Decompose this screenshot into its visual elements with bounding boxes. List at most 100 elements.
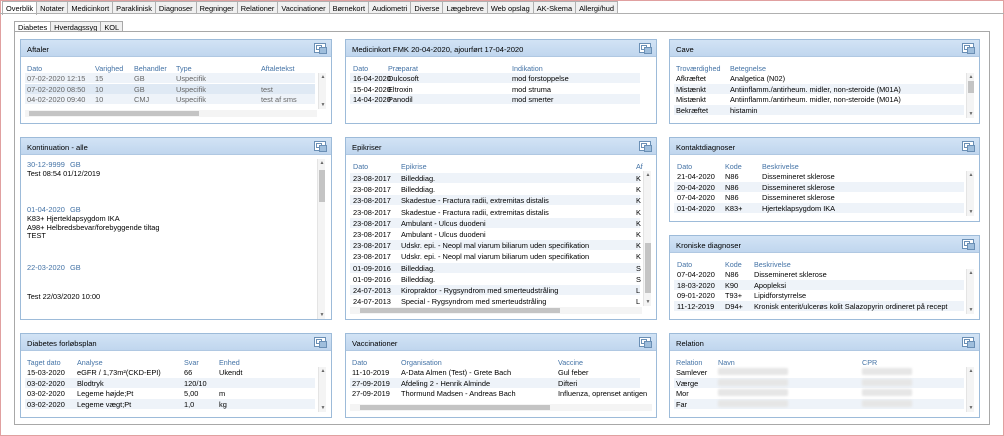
- vertical-scrollbar[interactable]: ▲ ▼: [643, 171, 651, 306]
- table-row[interactable]: Afkræftet Analgetica (N02): [674, 73, 964, 83]
- table-row[interactable]: 03-02-2020 Blodtryk 120/10: [25, 377, 315, 388]
- column-header: Indikation: [512, 64, 543, 73]
- table-row[interactable]: 27-09-2019 Afdeling 2 - Henrik Alminde Dif…: [350, 377, 640, 388]
- table-cell: [718, 399, 788, 407]
- table-cell: Samlever: [676, 368, 708, 377]
- vertical-scrollbar[interactable]: ▲ ▼: [966, 367, 974, 412]
- table-row[interactable]: 23-08-2017 Udskr. epi. - Neopl mal viarum…: [350, 251, 641, 261]
- table-cell: 10: [95, 95, 104, 104]
- table-row[interactable]: 01-09-2016 Billeddiag. S: [350, 274, 641, 284]
- table-cell: Billeddiag.: [401, 263, 436, 273]
- table-row[interactable]: 14-04-2020 Panodil mod smerter: [350, 94, 640, 104]
- maximize-icon[interactable]: [314, 337, 327, 348]
- vertical-scrollbar[interactable]: ▲ ▼: [317, 159, 325, 319]
- table-row[interactable]: Værge: [674, 377, 964, 388]
- table-row[interactable]: Mistænkt Antiinflamm./antirheum. midler, …: [674, 83, 964, 94]
- table-cell: 07-02-2020 12:15: [27, 74, 86, 83]
- table-row[interactable]: 24-07-2013 Special - Rygsyndrom med smert…: [350, 296, 640, 306]
- table-cell: 66: [184, 368, 193, 377]
- table-row[interactable]: 07-04-2020 N86 Dissemineret sklerose: [674, 192, 964, 202]
- table-row[interactable]: 21-04-2020 N86 Dissemineret sklerose: [674, 171, 964, 181]
- panel-header: Kontaktdiagnoser: [670, 138, 979, 155]
- table-row[interactable]: 11-10-2019 A-Data Almen (Test) - Grete Ba…: [350, 367, 640, 377]
- column-header: Dato: [677, 260, 693, 269]
- column-header: Dato: [27, 64, 43, 73]
- vertical-scrollbar[interactable]: ▲ ▼: [318, 73, 326, 109]
- column-header: Dato: [352, 358, 368, 367]
- maximize-icon[interactable]: [962, 239, 975, 250]
- table-row[interactable]: 15-04-2020 Eltroxin mod struma: [350, 84, 640, 94]
- table-row[interactable]: 23-08-2017 Ambulant - Ulcus duodeni K: [350, 229, 641, 239]
- table-cell: histamin: [730, 105, 758, 115]
- table-row[interactable]: 23-08-2017 Billeddiag. K: [350, 184, 641, 194]
- diabetes-title: Diabetes forløbsplan: [27, 339, 97, 348]
- table-cell: Uspecifik: [176, 74, 206, 83]
- maximize-icon[interactable]: [639, 141, 652, 152]
- table-cell: Blodtryk: [77, 378, 104, 388]
- table-row[interactable]: 23-08-2017 Skadestue - Fractura radii, ex…: [350, 207, 641, 217]
- table-row[interactable]: 03-02-2020 Legeme højde;Pt 5,00 m: [25, 388, 315, 398]
- table-cell: 01-09-2016: [353, 274, 391, 284]
- table-cell: Skadestue - Fractura radii, extremitas d…: [401, 207, 549, 217]
- table-row[interactable]: 18-03-2020 K90 Apopleksi: [674, 279, 964, 290]
- panel-header: Cave: [670, 40, 979, 57]
- panel-header: Epikriser: [346, 138, 656, 155]
- table-cell: Afdeling 2 - Henrik Alminde: [401, 378, 491, 388]
- vertical-scrollbar[interactable]: ▲ ▼: [318, 367, 326, 412]
- table-cell: Afkræftet: [676, 74, 706, 83]
- table-row[interactable]: 01-09-2016 Billeddiag. S: [350, 262, 641, 273]
- kontaktdiagnoser-title: Kontaktdiagnoser: [676, 143, 736, 152]
- table-row[interactable]: 04-02-2020 09:40 10 CMJ Uspecifik test af sm…: [25, 94, 315, 104]
- table-cell: 23-08-2017: [353, 196, 391, 206]
- maximize-icon[interactable]: [962, 43, 975, 54]
- table-cell: Udskr. epi. - Neopl mal viarum biliarum …: [401, 241, 590, 251]
- table-row[interactable]: 23-08-2017 Ambulant - Ulcus duodeni K: [350, 217, 641, 228]
- vertical-scrollbar[interactable]: ▲ ▼: [966, 73, 974, 118]
- table-row[interactable]: Far: [674, 398, 964, 409]
- table-row[interactable]: 07-02-2020 08:50 10 GB Uspecifik test: [25, 83, 315, 94]
- table-cell: D94+: [725, 301, 743, 311]
- table-row[interactable]: Mor: [674, 388, 964, 398]
- horizontal-scrollbar[interactable]: [350, 404, 652, 411]
- maximize-icon[interactable]: [639, 43, 652, 54]
- table-row[interactable]: 01-04-2020 K83+ Hjerteklapsygdom IKA: [674, 202, 964, 213]
- table-row[interactable]: 27-09-2019 Thormund Madsen - Andreas Bach…: [350, 388, 647, 398]
- table-row[interactable]: Samlever: [674, 367, 964, 377]
- table-row[interactable]: 07-02-2020 12:15 15 GB Uspecifik: [25, 73, 315, 83]
- vertical-scrollbar[interactable]: ▲ ▼: [966, 171, 974, 216]
- table-cell: 10: [95, 84, 104, 94]
- table-row[interactable]: 23-08-2017 Billeddiag. K: [350, 173, 641, 183]
- table-row[interactable]: 07-04-2020 N86 Dissemineret sklerose: [674, 269, 964, 279]
- table-row[interactable]: Mistænkt Antiinflamm./antirheum. midler, …: [674, 94, 964, 104]
- maximize-icon[interactable]: [314, 43, 327, 54]
- table-cell: Thormund Madsen - Andreas Bach: [401, 389, 516, 398]
- table-cell: 15: [95, 74, 104, 83]
- panel-header: Kroniske diagnoser: [670, 236, 979, 253]
- table-row[interactable]: 16-04-2020 Dulcosoft mod forstoppelse: [350, 73, 640, 83]
- table-row[interactable]: 11-12-2019 D94+ Kronisk enterit/ulcerøs ko…: [674, 300, 964, 311]
- horizontal-scrollbar[interactable]: [25, 110, 317, 117]
- table-row[interactable]: 23-08-2017 Udskr. epi. - Neopl mal viarum…: [350, 240, 641, 251]
- horizontal-scrollbar[interactable]: [350, 307, 642, 314]
- table-cell: K: [636, 218, 641, 228]
- maximize-icon[interactable]: [314, 141, 327, 152]
- vertical-scrollbar[interactable]: ▲ ▼: [966, 269, 974, 314]
- table-cell: S: [636, 263, 641, 273]
- table-row[interactable]: 24-07-2013 Kiropraktor - Rygsyndrom med s…: [350, 285, 640, 295]
- table-row[interactable]: 20-04-2020 N86 Dissemineret sklerose: [674, 181, 964, 192]
- table-cell: 15-04-2020: [353, 84, 391, 94]
- table-row[interactable]: 09-01-2020 T93+ Lipidforstyrrelse: [674, 290, 964, 300]
- maximize-icon[interactable]: [962, 337, 975, 348]
- table-row[interactable]: 03-02-2020 Legeme vægt;Pt 1,0 kg: [25, 398, 315, 409]
- table-cell: Mistænkt: [676, 84, 706, 94]
- table-row[interactable]: 23-08-2017 Skadestue - Fractura radii, ex…: [350, 195, 641, 206]
- maximize-icon[interactable]: [962, 141, 975, 152]
- table-cell: 21-04-2020: [677, 172, 715, 181]
- entry-user: GB: [70, 160, 81, 169]
- table-row[interactable]: Bekræftet histamin: [674, 104, 964, 115]
- maximize-icon[interactable]: [639, 337, 652, 348]
- table-cell: Skadestue - Fractura radii, extremitas d…: [401, 196, 549, 206]
- entry-user: GB: [70, 263, 81, 272]
- table-cell: Billeddiag.: [401, 274, 436, 284]
- table-row[interactable]: 15-03-2020 eGFR / 1,73m²(CKD-EPI) 66 Ukendt: [25, 367, 315, 377]
